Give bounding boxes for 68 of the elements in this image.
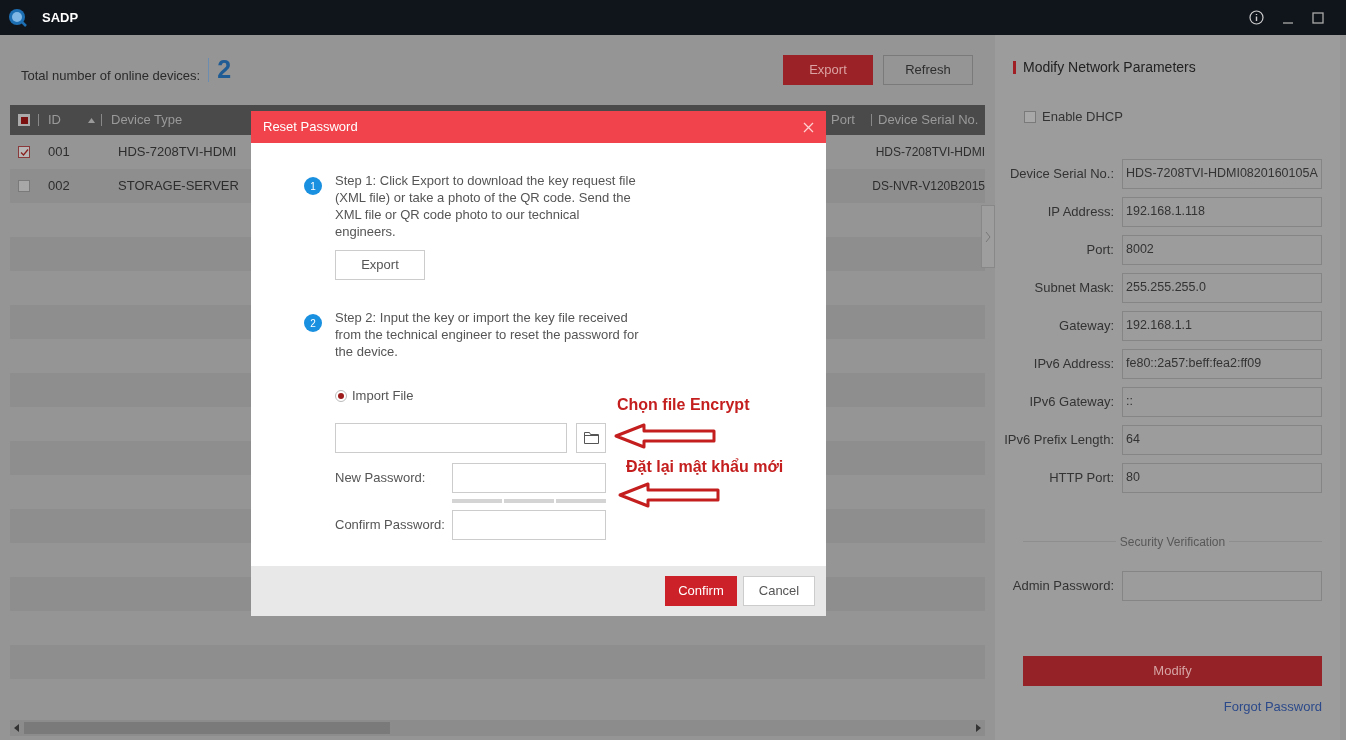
table-cell-text: DS-NVR-V120B2015 xyxy=(872,178,985,195)
column-header[interactable]: Device Serial No. xyxy=(878,110,979,130)
panel-collapse-handle[interactable] xyxy=(981,205,995,268)
table-cell-text: 002 xyxy=(48,177,71,196)
horizontal-scrollbar[interactable] xyxy=(10,720,985,736)
text-field[interactable]: 192.168.1.118 xyxy=(1122,196,1322,227)
step-number-badge: 2 xyxy=(304,314,322,332)
browse-button[interactable] xyxy=(576,422,606,453)
app-logo-icon xyxy=(8,7,28,28)
text-field[interactable]: 80 xyxy=(1122,462,1322,493)
annotation-text: Chọn file Encrypt xyxy=(617,395,751,415)
field-label: HTTP Port: xyxy=(1048,468,1115,487)
folder-icon xyxy=(583,431,599,444)
step-text: Step 1: Click Export to download the key request file (XML file) or take a photo of the QR code. Send the XML file or QR code photo to our technical engineers. xyxy=(335,172,637,240)
field-label: Device Serial No.: xyxy=(1008,164,1115,183)
checkbox-label: Enable DHCP xyxy=(1042,108,1123,126)
refresh-button[interactable]: Refresh xyxy=(883,55,973,85)
radio-label: Import File xyxy=(352,387,414,405)
annotation-text: Đặt lại mật khẩu mới xyxy=(626,457,784,477)
column-header[interactable]: ID xyxy=(48,110,86,130)
total-label: Total number of online devices: xyxy=(21,67,201,86)
row-checkbox[interactable] xyxy=(18,146,30,158)
password-field[interactable] xyxy=(452,509,606,540)
export-button[interactable]: Export xyxy=(335,250,425,280)
field-label: Admin Password: xyxy=(1011,576,1115,595)
forgot-password-link[interactable]: Forgot Password xyxy=(1223,696,1322,716)
field-label: Gateway: xyxy=(1058,316,1115,335)
field-label: New Password: xyxy=(335,468,427,487)
panel-title: Modify Network Parameters xyxy=(1023,58,1196,77)
window-title: SADP xyxy=(42,8,79,27)
text-field[interactable]: fe80::2a57:beff:fea2:ff09 xyxy=(1122,348,1322,379)
sort-icon[interactable] xyxy=(88,117,95,123)
cancel-button[interactable]: Cancel xyxy=(743,576,815,606)
close-icon[interactable] xyxy=(803,121,814,133)
table-cell-text: 001 xyxy=(48,143,71,162)
text-field[interactable]: 192.168.1.1 xyxy=(1122,310,1322,341)
table-cell-text: HDS-7208TVI-HDMI xyxy=(875,144,985,161)
section-title: Security Verification xyxy=(1118,533,1227,551)
row-checkbox[interactable] xyxy=(18,180,30,192)
dialog-title: Reset Password xyxy=(263,118,358,137)
text-field[interactable]: 8002 xyxy=(1122,234,1322,265)
table-cell-text: HDS-7208TVI-HDMI xyxy=(118,143,237,162)
text-field[interactable]: 255.255.255.0 xyxy=(1122,272,1322,303)
text-field[interactable]: :: xyxy=(1122,386,1322,417)
text-field[interactable]: HDS-7208TVI-HDMI0820160105A xyxy=(1122,158,1322,189)
field-label: Confirm Password: xyxy=(335,515,446,534)
export-button[interactable]: Export xyxy=(783,55,873,85)
confirm-button[interactable]: Confirm xyxy=(665,576,737,606)
field-label: IPv6 Gateway: xyxy=(1028,392,1115,411)
modify-button[interactable]: Modify xyxy=(1023,655,1322,686)
maximize-icon[interactable] xyxy=(1312,11,1324,24)
file-path-field[interactable] xyxy=(335,422,567,453)
text-field[interactable]: 64 xyxy=(1122,424,1322,455)
field-label: IP Address: xyxy=(1046,202,1115,221)
column-header[interactable]: Port xyxy=(831,110,865,130)
dhcp-checkbox[interactable] xyxy=(1024,110,1036,123)
select-all-checkbox[interactable] xyxy=(18,114,30,126)
field-label: Port: xyxy=(1085,240,1115,259)
field-label: IPv6 Prefix Length: xyxy=(1003,430,1115,449)
info-icon[interactable] xyxy=(1249,10,1264,25)
password-field[interactable] xyxy=(452,462,606,493)
table-cell-text: STORAGE-SERVER xyxy=(118,177,239,196)
device-count: 2 xyxy=(217,54,232,86)
field-label: IPv6 Address: xyxy=(1032,354,1115,373)
chevron-right-icon[interactable] xyxy=(985,230,991,243)
step-number-badge: 1 xyxy=(304,177,322,195)
step-text: Step 2: Input the key or import the key file received from the technical engineer to reset the password for the device. xyxy=(335,309,640,360)
field-label: Subnet Mask: xyxy=(1033,278,1115,297)
